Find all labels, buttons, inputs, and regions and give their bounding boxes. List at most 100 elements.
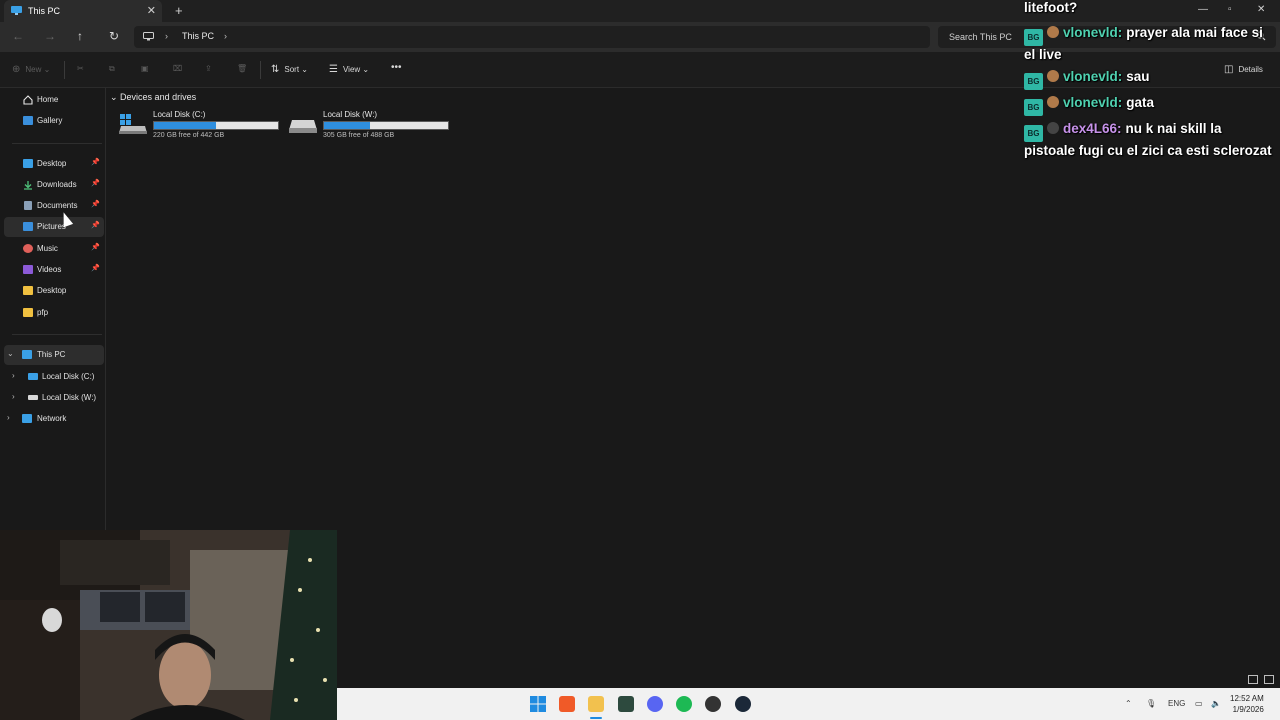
section-header-devices[interactable]: ⌄ Devices and drives [110,92,196,103]
clock-time: 12:52 AM [1230,694,1264,703]
chevron-right-icon[interactable]: › [12,392,15,401]
sidebar-item-local-disk-w[interactable]: › Local Disk (W:) [4,388,104,408]
sidebar-item-local-disk-c[interactable]: › Local Disk (C:) [4,367,104,387]
active-app-indicator [590,717,602,719]
desktop-folder-icon [23,159,33,168]
drive-name: Local Disk (W:) [323,110,378,119]
obs-icon[interactable] [705,696,721,712]
this-pc-icon [11,6,22,15]
address-bar[interactable]: › This PC › [134,26,930,48]
brave-browser-icon[interactable] [559,696,575,712]
sort-button[interactable]: ⇅ Sort ⌄ [271,64,308,75]
divider [260,61,261,79]
network-icon [22,414,32,423]
chevron-right-icon[interactable]: › [7,413,10,422]
chat-message: BG vlonevld: sau [1024,68,1276,90]
close-tab-icon[interactable]: ✕ [147,4,156,17]
microphone-icon[interactable]: 🎙 [1146,699,1156,708]
file-explorer-icon[interactable] [588,696,604,712]
sidebar-item-home[interactable]: Home [4,90,104,110]
sidebar-divider [12,334,102,335]
pin-icon: 📌 [91,180,100,187]
sidebar-item-downloads[interactable]: Downloads 📌 [4,175,104,195]
breadcrumb-this-pc[interactable]: This PC [182,31,214,41]
share-icon[interactable]: ⇪ [205,64,212,73]
sidebar-item-desktop[interactable]: Desktop 📌 [4,154,104,174]
back-arrow-icon[interactable]: ← [12,29,24,43]
avatar [1047,26,1059,38]
music-icon [23,244,33,253]
network-tray-icon[interactable]: ▭ [1195,699,1203,708]
language-indicator[interactable]: ENG [1168,699,1185,708]
chat-message: BG dex4L66: nu k nai skill la pistoale fug… [1024,121,1272,158]
chevron-right-icon[interactable]: › [12,371,15,380]
avatar [1047,70,1059,82]
sort-icon: ⇅ [271,64,280,75]
storage-bar-fill [154,122,216,129]
discord-icon[interactable] [647,696,663,712]
folder-icon [23,308,33,317]
gallery-icon [23,116,33,125]
pin-icon: 📌 [91,159,100,166]
sidebar-item-videos[interactable]: Videos 📌 [4,260,104,280]
new-tab-button[interactable]: + [175,3,183,18]
copy-icon[interactable]: ⧉ [109,64,115,74]
sidebar-item-music[interactable]: Music 📌 [4,239,104,259]
plus-circle-icon: ⊕ [12,64,21,75]
pictures-icon [23,222,33,231]
details-view-icon[interactable] [1248,675,1258,684]
drive-tile-c[interactable]: Local Disk (C:) 220 GB free of 442 GB [119,108,289,140]
refresh-icon[interactable]: ↻ [109,29,119,43]
documents-icon [24,201,32,210]
pin-icon: 📌 [91,201,100,208]
sidebar-item-documents[interactable]: Documents 📌 [4,196,104,216]
chevron-down-icon[interactable]: ⌄ [7,349,14,358]
folder-icon [23,286,33,295]
spotify-icon[interactable] [676,696,692,712]
sidebar-item-this-pc[interactable]: ⌄ This PC [4,345,104,365]
more-options-button[interactable]: ••• [391,62,402,73]
chevron-right-icon[interactable]: › [224,31,227,41]
drive-icon [289,120,317,133]
pin-icon: 📌 [91,265,100,272]
drive-free-space: 305 GB free of 488 GB [323,132,395,139]
steam-icon[interactable] [735,696,751,712]
volume-icon[interactable]: 🔈 [1211,699,1221,708]
sidebar-item-pictures[interactable]: Pictures 📌 [4,217,104,237]
drive-tile-w[interactable]: Local Disk (W:) 305 GB free of 488 GB [289,108,459,140]
chevron-right-icon[interactable]: › [165,31,168,41]
divider [64,61,65,79]
forward-arrow-icon[interactable]: → [44,29,56,43]
monitor-icon [143,32,154,41]
view-button[interactable]: ☰ View ⌄ [329,64,369,75]
drive-c-icon [28,373,38,380]
sidebar-item-desktop-folder[interactable]: Desktop [4,281,104,301]
sidebar-item-network[interactable]: › Network [4,409,104,429]
tiles-view-icon[interactable] [1264,675,1274,684]
sidebar-item-pfp[interactable]: pfp [4,303,104,323]
rename-icon[interactable]: ⌧ [173,64,182,73]
tab-this-pc[interactable]: This PC ✕ [4,0,162,22]
paste-icon[interactable]: ▣ [141,64,149,73]
chevron-up-icon[interactable]: ⌃ [1125,699,1132,708]
windows-drive-icon [119,114,147,134]
delete-icon[interactable]: 🗑 [237,64,247,73]
up-arrow-icon[interactable]: ↑ [77,29,83,43]
avatar [1047,96,1059,108]
cut-icon[interactable]: ✂ [77,64,84,73]
sidebar-item-gallery[interactable]: Gallery [4,111,104,131]
chat-message: litefoot? [1024,0,1078,15]
drive-free-space: 220 GB free of 442 GB [153,132,225,139]
chat-badge-icon: BG [1024,125,1043,142]
new-button[interactable]: ⊕ New ⌄ [12,64,50,75]
storage-bar [153,121,279,130]
terminal-icon[interactable] [618,696,634,712]
storage-bar [323,121,449,130]
webcam-feed [0,530,337,720]
system-clock[interactable]: 12:52 AM 1/9/2026 [1230,693,1264,715]
webcam-image [0,530,337,720]
pin-icon: 📌 [91,244,100,251]
this-pc-icon [22,350,32,359]
windows-start-icon[interactable] [530,696,546,712]
avatar [1047,122,1059,134]
